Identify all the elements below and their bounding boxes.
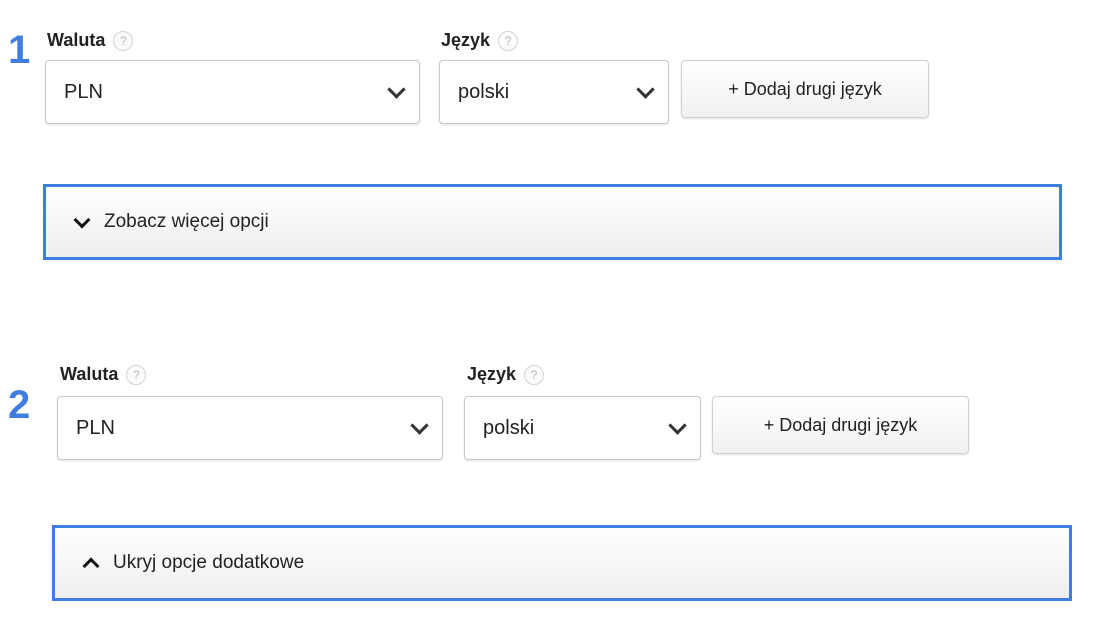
help-icon[interactable]: ?	[524, 364, 545, 385]
chevron-down-icon	[636, 79, 655, 99]
chevron-down-icon	[73, 211, 91, 228]
chevron-down-icon	[668, 415, 687, 435]
step-number: 1	[8, 28, 31, 72]
toggle-label: Ukryj opcje dodatkowe	[113, 552, 305, 573]
help-icon[interactable]: ?	[498, 30, 519, 51]
currency-select-value: PLN	[64, 80, 103, 103]
toggle-label: Zobacz więcej opcji	[104, 211, 269, 232]
hide-additional-options-toggle[interactable]: Ukryj opcje dodatkowe	[52, 525, 1072, 601]
add-second-language-button[interactable]: + Dodaj drugi język	[681, 60, 929, 118]
currency-label-text: Waluta	[47, 30, 106, 50]
currency-label: Waluta ?	[47, 30, 134, 51]
language-label-text: Język	[467, 364, 517, 384]
help-icon[interactable]: ?	[126, 364, 147, 385]
chevron-down-icon	[410, 415, 429, 435]
language-label-text: Język	[441, 30, 491, 50]
help-icon[interactable]: ?	[113, 30, 134, 51]
step-number: 2	[8, 383, 31, 427]
language-select-value: polski	[458, 80, 510, 103]
chevron-down-icon	[387, 79, 406, 99]
show-more-options-toggle[interactable]: Zobacz więcej opcji	[43, 184, 1062, 260]
currency-label: Waluta ?	[60, 364, 147, 385]
language-select-value: polski	[483, 416, 535, 439]
language-label: Język ?	[467, 364, 545, 385]
currency-select[interactable]: PLN	[45, 60, 420, 124]
currency-label-text: Waluta	[60, 364, 119, 384]
language-select[interactable]: polski	[439, 60, 669, 124]
chevron-up-icon	[82, 557, 100, 574]
language-select[interactable]: polski	[464, 396, 701, 460]
currency-select[interactable]: PLN	[57, 396, 443, 460]
language-label: Język ?	[441, 30, 519, 51]
add-second-language-button[interactable]: + Dodaj drugi język	[712, 396, 969, 454]
currency-select-value: PLN	[76, 416, 115, 439]
